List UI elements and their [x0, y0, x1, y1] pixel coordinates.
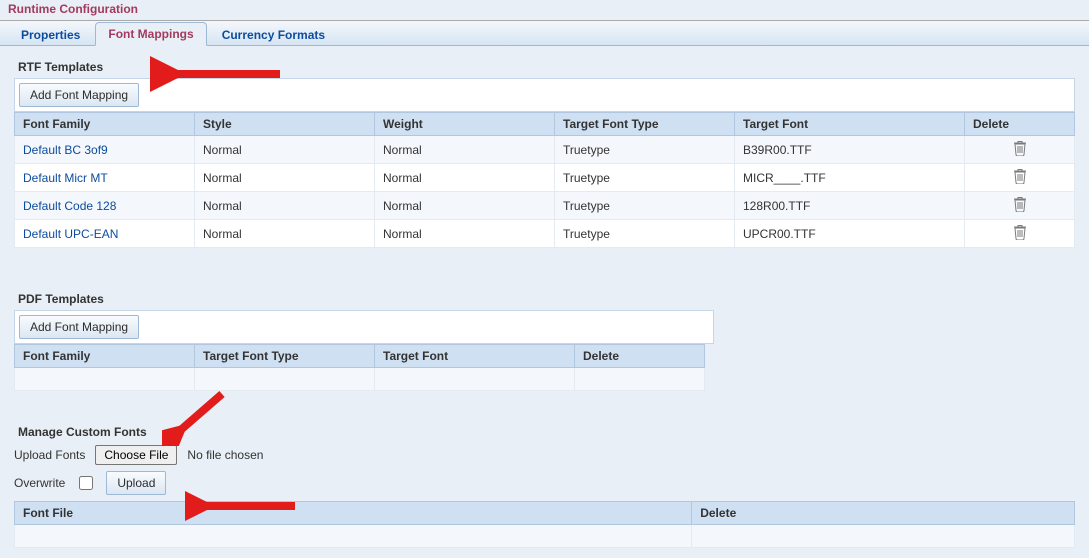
overwrite-checkbox[interactable]: [79, 476, 93, 490]
col-font-family: Font Family: [15, 113, 195, 136]
cell-weight: Normal: [375, 220, 555, 248]
fontfile-col-delete: Delete: [692, 502, 1075, 525]
overwrite-row: Overwrite Upload: [14, 471, 1075, 495]
rtf-add-panel: Add Font Mapping: [14, 78, 1075, 112]
upload-button[interactable]: Upload: [106, 471, 166, 495]
cell-target-font: B39R00.TTF: [735, 136, 965, 164]
upload-fonts-row: Upload Fonts Choose File No file chosen: [14, 445, 1075, 465]
choose-file-button[interactable]: Choose File: [95, 445, 177, 465]
cell-weight: Normal: [375, 136, 555, 164]
cell-target-font-type: Truetype: [555, 164, 735, 192]
pdf-add-panel: Add Font Mapping: [14, 310, 714, 344]
col-weight: Weight: [375, 113, 555, 136]
cell-style: Normal: [195, 164, 375, 192]
overwrite-label: Overwrite: [14, 476, 65, 490]
col-delete: Delete: [965, 113, 1075, 136]
tab-currency-formats[interactable]: Currency Formats: [209, 23, 338, 46]
content-area: RTF Templates Add Font Mapping Font Fami…: [0, 46, 1089, 558]
col-target-font-type: Target Font Type: [555, 113, 735, 136]
fontfile-col-file: Font File: [15, 502, 692, 525]
cell-target-font-type: Truetype: [555, 192, 735, 220]
page-title: Runtime Configuration: [0, 0, 1089, 21]
no-file-chosen-text: No file chosen: [187, 448, 263, 462]
table-row: Default UPC-EANNormalNormalTruetypeUPCR0…: [15, 220, 1075, 248]
trash-icon[interactable]: [1013, 196, 1027, 215]
cell-target-font: UPCR00.TTF: [735, 220, 965, 248]
tab-bar: Properties Font Mappings Currency Format…: [0, 21, 1089, 46]
add-font-mapping-button-pdf[interactable]: Add Font Mapping: [19, 315, 139, 339]
cell-weight: Normal: [375, 164, 555, 192]
pdf-table: Font Family Target Font Type Target Font…: [14, 344, 705, 391]
font-family-link[interactable]: Default UPC-EAN: [23, 227, 118, 241]
cell-target-font-type: Truetype: [555, 136, 735, 164]
table-row: Default Micr MTNormalNormalTruetypeMICR_…: [15, 164, 1075, 192]
cell-style: Normal: [195, 192, 375, 220]
upload-fonts-label: Upload Fonts: [14, 448, 85, 462]
pdf-col-delete: Delete: [575, 345, 705, 368]
cell-weight: Normal: [375, 192, 555, 220]
font-family-link[interactable]: Default Micr MT: [23, 171, 108, 185]
tab-font-mappings[interactable]: Font Mappings: [95, 22, 206, 46]
tab-properties[interactable]: Properties: [8, 23, 93, 46]
pdf-col-font-family: Font Family: [15, 345, 195, 368]
cell-target-font: 128R00.TTF: [735, 192, 965, 220]
cell-style: Normal: [195, 220, 375, 248]
pdf-col-target-font-type: Target Font Type: [195, 345, 375, 368]
cell-target-font: MICR____.TTF: [735, 164, 965, 192]
col-target-font: Target Font: [735, 113, 965, 136]
table-row: Default Code 128NormalNormalTruetype128R…: [15, 192, 1075, 220]
trash-icon[interactable]: [1013, 224, 1027, 243]
add-font-mapping-button-rtf[interactable]: Add Font Mapping: [19, 83, 139, 107]
rtf-section-title: RTF Templates: [18, 60, 1075, 74]
cell-target-font-type: Truetype: [555, 220, 735, 248]
trash-icon[interactable]: [1013, 140, 1027, 159]
cell-style: Normal: [195, 136, 375, 164]
pdf-col-target-font: Target Font: [375, 345, 575, 368]
font-file-table: Font File Delete: [14, 501, 1075, 548]
pdf-section-title: PDF Templates: [18, 292, 1075, 306]
font-family-link[interactable]: Default Code 128: [23, 199, 116, 213]
table-row: Default BC 3of9NormalNormalTruetypeB39R0…: [15, 136, 1075, 164]
col-style: Style: [195, 113, 375, 136]
custom-fonts-title: Manage Custom Fonts: [18, 425, 1075, 439]
rtf-table: Font Family Style Weight Target Font Typ…: [14, 112, 1075, 248]
trash-icon[interactable]: [1013, 168, 1027, 187]
font-family-link[interactable]: Default BC 3of9: [23, 143, 108, 157]
